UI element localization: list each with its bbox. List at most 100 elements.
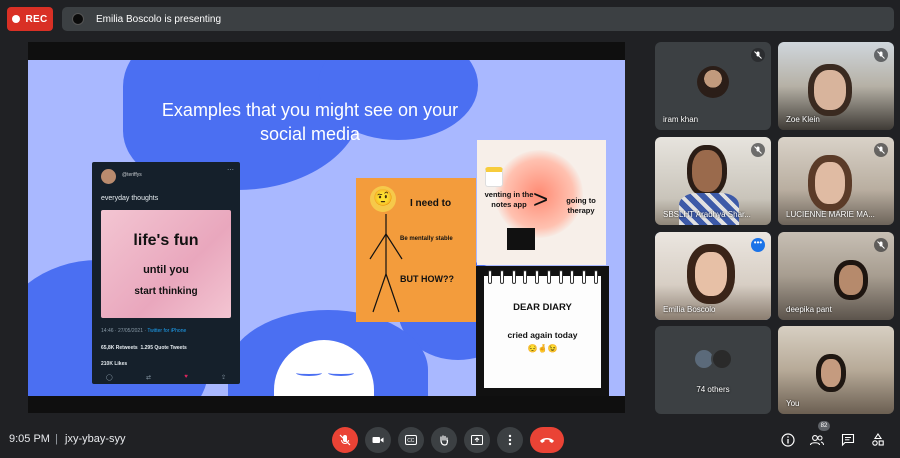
people-icon [809, 435, 824, 446]
present-screen-button[interactable] [464, 427, 490, 453]
stick-figure-icon [369, 214, 403, 313]
raise-hand-button[interactable] [431, 427, 457, 453]
participant-tile-lucienne[interactable]: LUCIENNE MARIE MA... [778, 137, 894, 225]
lock-screen-image [507, 228, 535, 250]
retweet-icon: ⇄ [145, 375, 151, 381]
participant-name: Zoe Klein [786, 115, 820, 124]
presenting-text: Emilia Boscolo is presenting [96, 13, 222, 25]
emoji-icons: 😔🤞😉 [527, 344, 558, 353]
participant-shirt [679, 193, 739, 225]
participant-tile-you[interactable]: You [778, 326, 894, 414]
more-vert-icon [508, 434, 512, 446]
notes-app-icon [485, 167, 503, 187]
meme-need-line2: Be mentally stable [400, 236, 453, 242]
more-options-button[interactable] [497, 427, 523, 453]
separator: | [55, 433, 58, 445]
participant-name: iram khan [663, 115, 699, 124]
tweet-likes: 210K Likes [101, 361, 128, 367]
presentation-slide: Examples that you might see on your soci… [28, 60, 625, 396]
leave-call-button[interactable] [530, 427, 564, 453]
tweet-text: everyday thoughts [101, 195, 159, 202]
meme-need-to: 🤨 I need to Be mentally stable BUT HOW?? [356, 178, 476, 322]
meme-need-line1: I need to [410, 198, 452, 209]
tweet-screenshot: @teriffys ⋯ everyday thoughts life's fun… [92, 162, 240, 384]
slide-title: Examples that you might see on your soci… [161, 100, 459, 144]
meeting-details-button[interactable] [778, 430, 798, 450]
participant-tile-aradhya[interactable]: SBSLHT Aradhya Shar... [655, 137, 771, 225]
mic-off-icon [874, 238, 888, 252]
participant-face [808, 155, 852, 211]
tweet-image: life's fun until you start thinking [101, 210, 231, 318]
tweet-image-line2: until you [143, 264, 189, 276]
camera-toggle-button[interactable] [365, 427, 391, 453]
shared-screen: Examples that you might see on your soci… [28, 42, 625, 413]
chat-icon [841, 433, 855, 447]
record-dot-icon [12, 15, 21, 23]
tweet-stats: 65,8K Retweets 1.295 Quote Tweets [101, 345, 187, 351]
avatar [697, 66, 729, 98]
meme-diary-line2: cried again today [507, 330, 578, 340]
activities-icon [872, 433, 884, 446]
more-icon: ⋯ [227, 167, 234, 174]
tweet-retweets: 65,8K Retweets [101, 345, 138, 351]
participant-face [687, 244, 735, 304]
participant-face [687, 145, 727, 197]
participant-name: SBSLHT Aradhya Shar... [663, 210, 751, 219]
meme-notes-app: venting in the notes app > going to ther… [477, 140, 606, 265]
people-count-badge: 82 [818, 421, 830, 431]
hang-up-icon [540, 438, 554, 443]
mic-off-icon [874, 143, 888, 157]
meme-need-line3: BUT HOW?? [400, 274, 454, 284]
participant-face [808, 64, 852, 116]
more-options-icon[interactable]: ••• [751, 238, 765, 252]
chat-button[interactable] [838, 430, 858, 450]
meeting-code: jxy-ybay-syy [65, 433, 126, 445]
heart-icon: ♥ [184, 374, 188, 380]
participant-tile-emilia-boscolo[interactable]: ••• Emilia Boscolo [655, 232, 771, 320]
tweet-meta: 14:46 · 27/05/2021 · Twitter for iPhone [101, 328, 186, 334]
tweet-actions: ◯ ⇄ ♥ ⇪ [106, 374, 226, 381]
others-count: 74 others [696, 385, 730, 394]
presenter-avatar [72, 13, 84, 25]
notepad-rings [488, 270, 598, 284]
participant-name: LUCIENNE MARIE MA... [786, 210, 875, 219]
tweet-image-line1: life's fun [133, 232, 199, 249]
mic-off-icon [339, 434, 351, 446]
tweet-avatar [101, 169, 116, 184]
tweet-time: 14:46 · 27/05/2021 · [101, 328, 148, 334]
tweet-quote-tweets: 1.295 Quote Tweets [140, 345, 187, 351]
captions-button[interactable]: CC [398, 427, 424, 453]
participant-tile-iram-khan[interactable]: iram khan [655, 42, 771, 130]
tweet-handle: @teriffys [122, 172, 142, 178]
participant-name: deepika pant [786, 305, 832, 314]
presentation-banner: Emilia Boscolo is presenting [62, 7, 894, 31]
meme-notes-left: venting in the notes app [484, 190, 534, 209]
participant-tile-deepika-pant[interactable]: deepika pant [778, 232, 894, 320]
thinking-face-icon: 🤨 [370, 186, 396, 212]
participant-face [816, 354, 846, 392]
activities-button[interactable] [868, 430, 888, 450]
top-bar: REC Emilia Boscolo is presenting [0, 0, 900, 40]
participant-name: You [786, 399, 800, 408]
mic-toggle-button[interactable] [332, 427, 358, 453]
people-button[interactable] [807, 430, 827, 450]
recording-badge: REC [7, 7, 53, 31]
meme-diary-line1: DEAR DIARY [513, 302, 572, 313]
tweet-source: Twitter for iPhone [147, 328, 187, 334]
meme-notes-symbol: > [533, 184, 549, 214]
participant-tile-others[interactable]: 74 others [655, 326, 771, 414]
mic-off-icon [751, 48, 765, 62]
hand-icon [440, 435, 449, 446]
mic-off-icon [874, 48, 888, 62]
participant-face [834, 260, 868, 300]
reply-icon: ◯ [106, 375, 113, 381]
participant-tile-zoe-klein[interactable]: Zoe Klein [778, 42, 894, 130]
captions-icon: CC [405, 435, 417, 445]
tweet-image-line3: start thinking [134, 286, 198, 297]
meme-dear-diary: DEAR DIARY cried again today 😔🤞😉 [476, 266, 609, 396]
participant-name: Emilia Boscolo [663, 305, 716, 314]
mic-off-icon [751, 143, 765, 157]
meme-notes-right: going to therapy [566, 196, 596, 215]
current-time: 9:05 PM [9, 433, 50, 445]
share-icon: ⇪ [220, 375, 226, 381]
